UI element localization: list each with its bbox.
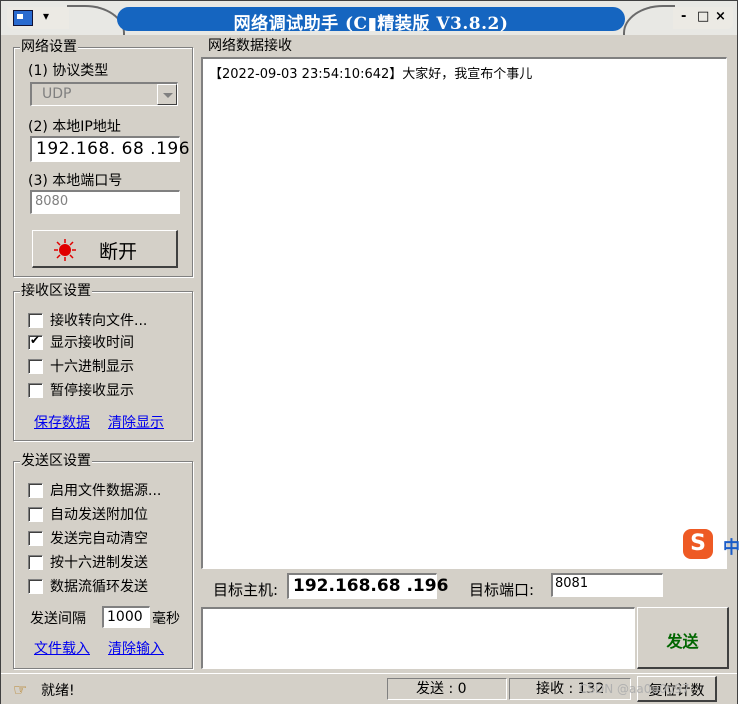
group-title: 网络设置 [20,39,78,55]
status-ready-text: 就绪! [41,683,75,699]
checkbox-label: 显示接收时间 [50,335,134,351]
checkbox-label: 自动发送附加位 [50,507,148,523]
target-port-input[interactable]: 8081 [551,573,663,597]
checkbox-box[interactable] [28,531,43,546]
local-port-value: 8080 [35,194,69,209]
sent-count-panel: 发送 : 0 [387,678,507,700]
target-host-label: 目标主机: [213,581,279,599]
checkbox-label: 数据流循环发送 [50,579,148,595]
checkbox-box[interactable] [28,383,43,398]
watermark: CSDN @aa0u0u97 [579,682,690,696]
checkbox-label: 暂停接收显示 [50,383,134,399]
save-data-link[interactable]: 保存数据 [34,412,90,432]
checkbox-label: 启用文件数据源... [50,483,162,499]
disconnect-label: 断开 [99,241,138,263]
send-button-label: 发送 [666,632,699,651]
send-interval-unit: 毫秒 [152,611,180,627]
group-title: 接收区设置 [20,283,92,299]
local-port-label: (3) 本地端口号 [28,173,123,189]
pointing-hand-icon: ☞ [13,680,28,699]
clear-input-link[interactable]: 清除输入 [108,638,164,658]
send-settings-group: 发送区设置 启用文件数据源... 自动发送附加位 发送完自动清空 按十六进制发送… [13,453,193,669]
protocol-label: (1) 协议类型 [28,63,109,79]
app-icon [13,10,33,26]
send-interval-label: 发送间隔 [30,611,86,627]
protocol-value: UDP [42,86,72,102]
window-title: 网络调试助手 (C▮精装版 V3.8.2) [117,7,625,34]
received-line: 【2022-09-03 23:54:10:642】大家好，我宣布个事儿 [209,67,533,82]
status-light-icon [54,239,76,261]
checkbox-label: 发送完自动清空 [50,531,148,547]
send-textarea[interactable] [201,607,635,669]
minimize-button[interactable]: - [681,9,686,24]
local-ip-label: (2) 本地IP地址 [28,119,121,135]
load-file-link[interactable]: 文件载入 [34,638,90,658]
group-title: 发送区设置 [20,453,92,469]
checkbox-label: 十六进制显示 [50,359,134,375]
checkbox-box[interactable] [28,555,43,570]
title-bar-decoration [623,5,675,35]
target-host-value: 192.168.68 .196 [293,576,449,596]
local-port-input[interactable]: 8080 [30,190,180,214]
checkbox-box[interactable] [28,507,43,522]
checkbox-box[interactable] [28,359,43,374]
close-button[interactable]: × [715,9,726,24]
window-controls: - □ × [673,7,733,29]
title-bar: ▾ 网络调试助手 (C▮精装版 V3.8.2) - □ × [1,1,737,35]
target-port-value: 8081 [555,576,589,591]
checkbox-box[interactable] [28,333,43,350]
chevron-down-icon[interactable] [157,84,177,105]
app-window: ▾ 网络调试助手 (C▮精装版 V3.8.2) - □ × 网络设置 (1) 协… [0,0,740,704]
ime-mode-label: 中 [723,538,740,558]
system-menu-button[interactable]: ▾ [7,7,69,29]
checkbox-box[interactable] [28,313,43,328]
local-ip-value: 192.168. 68 .196 [36,139,191,159]
receive-settings-group: 接收区设置 接收转向文件... 显示接收时间 十六进制显示 暂停接收显示 保存数… [13,283,193,441]
receive-area-group: 网络数据接收 【2022-09-03 23:54:10:642】大家好，我宣布个… [201,38,729,571]
chevron-down-icon: ▾ [43,9,50,23]
send-interval-input[interactable]: 1000 [102,606,150,628]
checkbox-label: 按十六进制发送 [50,555,148,571]
checkbox-box[interactable] [28,579,43,594]
sent-count: 发送 : 0 [416,681,467,697]
network-settings-group: 网络设置 (1) 协议类型 UDP (2) 本地IP地址 192.168. 68… [13,39,193,277]
local-ip-field[interactable]: 192.168. 68 .196 [30,136,190,162]
status-bar: ☞ 就绪! 发送 : 0 接收 : 132 复位计数 CSDN @aa0u0u9… [1,673,737,704]
send-interval-value: 1000 [107,609,143,625]
receive-textarea[interactable]: 【2022-09-03 23:54:10:642】大家好，我宣布个事儿 [201,57,727,569]
checkbox-box[interactable] [28,483,43,498]
disconnect-button[interactable]: 断开 [32,230,178,268]
target-port-label: 目标端口: [469,581,535,599]
group-title: 网络数据接收 [207,38,293,54]
send-button[interactable]: 发送 [637,607,729,669]
protocol-select[interactable]: UDP [30,82,178,106]
maximize-button[interactable]: □ [697,9,709,24]
ime-logo-icon: S [683,529,713,559]
target-host-field[interactable]: 192.168.68 .196 [287,573,448,599]
checkbox-label: 接收转向文件... [50,313,148,329]
window-title-text: 网络调试助手 (C▮精装版 V3.8.2) [233,14,509,34]
ime-indicator[interactable]: S 中 [683,527,740,561]
clear-display-link[interactable]: 清除显示 [108,412,164,432]
